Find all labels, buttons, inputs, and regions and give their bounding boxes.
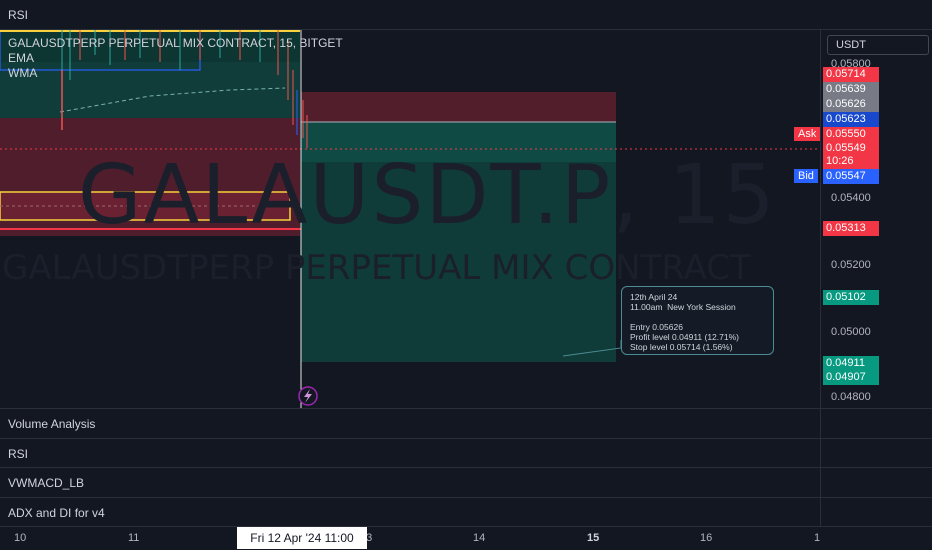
countdown-label: 10:26: [823, 154, 879, 169]
pane-volume-analysis[interactable]: Volume Analysis: [0, 408, 932, 438]
price-tick: 0.05000: [831, 326, 871, 338]
pane-adx[interactable]: ADX and DI for v4: [0, 497, 932, 527]
pane-scale[interactable]: [820, 439, 932, 468]
pane-scale[interactable]: [820, 409, 932, 438]
pane-label: VWMACD_LB: [8, 476, 85, 490]
stop-zone: [301, 92, 616, 122]
time-tick: 10: [14, 532, 27, 544]
symbol-title[interactable]: GALAUSDTPERP PERPETUAL MIX CONTRACT, 15,…: [8, 36, 343, 51]
price-label-stop: 0.05714: [823, 67, 879, 82]
price-label: 0.05639: [823, 82, 879, 97]
pane-label: ADX and DI for v4: [8, 506, 105, 520]
note-line: Profit level 0.04911 (12.71%): [630, 332, 739, 342]
price-label: 0.05313: [823, 221, 879, 236]
ask-tag: Ask: [794, 127, 821, 141]
pane-label: RSI: [8, 447, 29, 461]
price-label-ask: 0.05550: [823, 127, 879, 142]
watermark-description: GALAUSDTPERP PERPETUAL MIX CONTRACT: [2, 248, 751, 288]
price-label: 0.05102: [823, 290, 879, 305]
indicator-ema[interactable]: EMA: [8, 51, 343, 66]
trade-note[interactable]: 12th April 24 11.00am New York Session E…: [621, 286, 774, 355]
note-line: 11.00am New York Session: [630, 302, 736, 312]
currency-selector[interactable]: USDT: [827, 35, 929, 55]
note-line: Entry 0.05626: [630, 322, 683, 332]
time-axis[interactable]: 10 11 13 14 15 16 1 Fri 12 Apr '24 11:00: [0, 526, 932, 550]
rsi-pane-top[interactable]: RSI: [0, 0, 932, 30]
bid-tag: Bid: [794, 169, 818, 183]
pane-scale[interactable]: [820, 468, 932, 497]
price-tick: 0.04800: [831, 391, 871, 403]
price-tick: 0.05400: [831, 192, 871, 204]
chart-legend: GALAUSDTPERP PERPETUAL MIX CONTRACT, 15,…: [8, 36, 343, 81]
main-chart[interactable]: GALAUSDT.P, 15 GALAUSDTPERP PERPETUAL MI…: [0, 30, 820, 408]
time-tick: 1: [814, 532, 821, 544]
price-axis[interactable]: USDT 0.05800 0.05714 0.05639 0.05626 0.0…: [794, 30, 932, 408]
crosshair-date-label: Fri 12 Apr '24 11:00: [237, 527, 367, 549]
watermark-symbol: GALAUSDT.P, 15: [78, 148, 777, 243]
pane-label: Volume Analysis: [8, 417, 96, 431]
time-tick: 11: [128, 532, 140, 544]
price-label-entry: 0.05626: [823, 97, 879, 112]
time-tick: 14: [473, 532, 486, 544]
price-label-bid: 0.05547: [823, 169, 879, 184]
pane-vwmacd[interactable]: VWMACD_LB: [0, 467, 932, 497]
time-tick: 15: [587, 532, 600, 544]
price-label: 0.04907: [823, 370, 879, 385]
time-tick: 16: [700, 532, 713, 544]
indicator-wma[interactable]: WMA: [8, 66, 343, 81]
yellow-box-top: [0, 30, 300, 32]
note-line: Stop level 0.05714 (1.56%): [630, 342, 733, 352]
note-line: 12th April 24: [630, 292, 678, 302]
price-tick: 0.05200: [831, 259, 871, 271]
pane-scale[interactable]: [820, 498, 932, 527]
price-label-profit: 0.04911: [823, 356, 879, 371]
pane-rsi[interactable]: RSI: [0, 438, 932, 468]
pane-label: RSI: [8, 8, 29, 22]
price-label: 0.05623: [823, 112, 879, 127]
